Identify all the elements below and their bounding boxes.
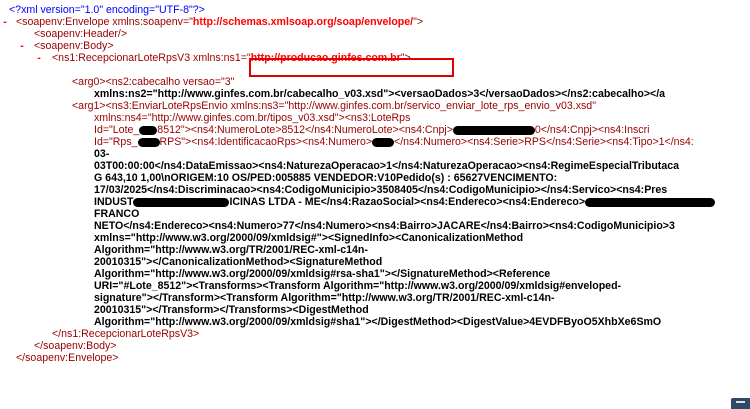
arg1-line-10: FRANCO xyxy=(94,208,140,220)
envelope-close-tag: </soapenv:Envelope> xyxy=(16,352,119,364)
arg1-line-4-c: </ns4:Numero><ns4:Serie>RPS</ns4:Serie><… xyxy=(394,136,694,148)
arg1-line-5: 03- xyxy=(94,148,110,160)
soap-body-close-tag: </soapenv:Body> xyxy=(34,340,117,352)
arg1-line-9-a: INDUST xyxy=(94,196,134,208)
arg1-line-14: 20010315"></CanonicalizationMethod><Sign… xyxy=(94,256,383,268)
arg0-line-2: xmlns:ns2="http://www.ginfes.com.br/cabe… xyxy=(94,88,666,100)
envelope-tag-end: "> xyxy=(413,16,424,28)
arg1-line-19: Algorithm="http://www.w3.org/2000/09/xml… xyxy=(94,316,662,328)
arg1-line-17: signature"></Transform><Transform Algori… xyxy=(94,292,555,304)
arg1-line-13: Algorithm="http://www.w3.org/TR/2001/REC… xyxy=(94,244,368,256)
soap-body-open-tag: <soapenv:Body> xyxy=(34,40,114,52)
envelope-namespace-url: http://schemas.xmlsoap.org/soap/envelope… xyxy=(192,16,414,28)
arg1-line-15: Algorithm="http://www.w3.org/2000/09/xml… xyxy=(94,268,551,280)
taskbar-corner-icon[interactable] xyxy=(731,398,750,409)
arg1-line-9-b: ICINAS LTDA - ME</ns4:RazaoSocial><ns4:E… xyxy=(229,196,586,208)
envelope-open-tag: <soapenv:Envelope xmlns:soapenv="http://… xyxy=(16,16,423,28)
arg1-line-4-b: RPS"><ns4:IdentificacaoRps><ns4:Numero> xyxy=(159,136,373,148)
recepcionar-close-tag: </ns1:RecepcionarLoteRpsV3> xyxy=(52,328,200,340)
arg1-line-18: 20010315"></Transform></Transforms><Dige… xyxy=(94,304,369,316)
redacted-block xyxy=(372,137,395,147)
soap-header-tag: <soapenv:Header/> xyxy=(34,28,128,40)
xml-prolog: <?xml version="1.0" encoding="UTF-8"?> xyxy=(9,4,205,16)
arg1-line-2: xmlns:ns4="http://www.ginfes.com.br/tipo… xyxy=(94,112,411,124)
arg1-line-16: URI="#Lote_8512"><Transforms><Transform … xyxy=(94,280,622,292)
collapse-toggle-body[interactable]: - xyxy=(17,40,27,52)
collapse-toggle-recepcionar[interactable]: - xyxy=(34,52,44,64)
arg1-line-1: <arg1><ns3:EnviarLoteRpsEnvio xmlns:ns3=… xyxy=(72,100,596,112)
arg1-line-8: 17/03/2025</ns4:Discriminacao><ns4:Codig… xyxy=(94,184,668,196)
envelope-tag-text: <soapenv:Envelope xmlns:soapenv=" xyxy=(16,16,193,28)
arg1-line-11: NETO</ns4:Endereco><ns4:Numero>77</ns4:N… xyxy=(94,220,675,232)
arg1-line-3-c: 0</ns4:Cnpj><ns4:Inscri xyxy=(534,124,650,136)
arg1-line-4: Id="Rps_ RPS"><ns4:IdentificacaoRps><ns4:… xyxy=(94,136,694,148)
arg1-line-9: INDUST ICINAS LTDA - ME</ns4:RazaoSocial>… xyxy=(94,196,716,208)
arg1-line-3-a: Id="Lote_ xyxy=(94,124,140,136)
redacted-block xyxy=(133,197,230,207)
redacted-block xyxy=(139,125,158,135)
recepcionar-tag-text: <ns1:RecepcionarLoteRpsV3 xmlns:ns1=" xyxy=(52,52,251,64)
redacted-block xyxy=(585,197,716,207)
arg0-line-1: <arg0><ns2:cabecalho versao="3" xyxy=(72,76,234,88)
redacted-block xyxy=(452,125,535,135)
arg1-line-4-a: Id="Rps_ xyxy=(94,136,138,148)
arg1-line-6: 03T00:00:00</ns4:DataEmissao><ns4:Nature… xyxy=(94,160,679,172)
arg1-line-3: Id="Lote_ 8512"><ns4:NumeroLote>8512</ns4… xyxy=(94,124,649,136)
redacted-block xyxy=(137,137,160,147)
arg1-line-3-b: 8512"><ns4:NumeroLote>8512</ns4:NumeroLo… xyxy=(157,124,453,136)
arg1-line-12: xmlns="http://www.w3.org/2000/09/xmldsig… xyxy=(94,232,524,244)
namespace-highlight-box xyxy=(249,58,454,77)
arg0-line-1-text: <arg0><ns2:cabecalho versao="3" xyxy=(72,76,235,88)
arg1-line-7: G 643,10 1,00\nORIGEM:10 OS/PED:005885 V… xyxy=(94,172,558,184)
collapse-toggle-envelope[interactable]: - xyxy=(0,16,10,28)
